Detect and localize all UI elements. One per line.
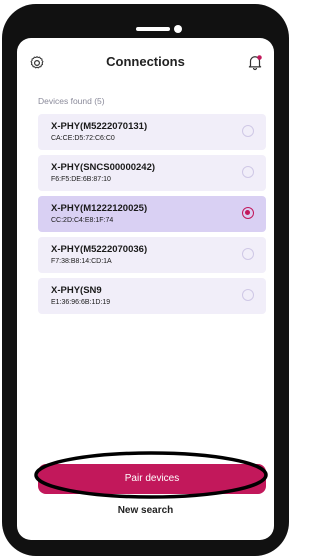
device-name: X-PHY(SNCS00000242) — [51, 162, 156, 173]
device-name: X-PHY(M1222120025) — [51, 203, 148, 214]
phone-speaker — [136, 27, 170, 31]
phone-camera — [174, 25, 182, 33]
device-mac: CA:CE:D5:72:C6:C0 — [51, 135, 115, 142]
device-item-selected[interactable]: X-PHY(M1222120025) CC:2D:C4:E8:1F:74 — [38, 196, 266, 232]
new-search-button[interactable]: New search — [17, 505, 274, 516]
device-mac: E1:36:96:6B:1D:19 — [51, 299, 111, 306]
device-item[interactable]: X-PHY(SNCS00000242) F6:F5:DE:6B:87:10 — [38, 155, 266, 191]
phone-mockup: Connections Devices found (5) X-PHY(M522… — [0, 0, 291, 558]
device-mac: CC:2D:C4:E8:1F:74 — [51, 217, 114, 224]
device-radio-checked[interactable] — [242, 207, 254, 219]
device-item[interactable]: X-PHY(M5222070036) F7:38:B8:14:CD:1A — [38, 237, 266, 273]
device-list: X-PHY(M5222070131) CA:CE:D5:72:C6:C0 X-P… — [38, 114, 266, 319]
app-header: Connections — [17, 50, 274, 76]
device-item[interactable]: X-PHY(M5222070131) CA:CE:D5:72:C6:C0 — [38, 114, 266, 150]
device-radio[interactable] — [242, 125, 254, 137]
devices-found-label: Devices found (5) — [38, 96, 105, 106]
device-radio[interactable] — [242, 166, 254, 178]
device-mac: F6:F5:DE:6B:87:10 — [51, 176, 111, 183]
device-radio[interactable] — [242, 289, 254, 301]
app-screen: Connections Devices found (5) X-PHY(M522… — [17, 38, 274, 540]
device-radio[interactable] — [242, 248, 254, 260]
device-name: X-PHY(M5222070131) — [51, 121, 148, 132]
device-name: X-PHY(M5222070036) — [51, 244, 148, 255]
device-mac: F7:38:B8:14:CD:1A — [51, 258, 112, 265]
page-title: Connections — [106, 54, 185, 69]
bell-icon[interactable] — [246, 53, 264, 71]
pair-devices-button[interactable]: Pair devices — [38, 464, 266, 494]
device-name: X-PHY(SN9 — [51, 285, 102, 296]
device-item[interactable]: X-PHY(SN9 E1:36:96:6B:1D:19 — [38, 278, 266, 314]
